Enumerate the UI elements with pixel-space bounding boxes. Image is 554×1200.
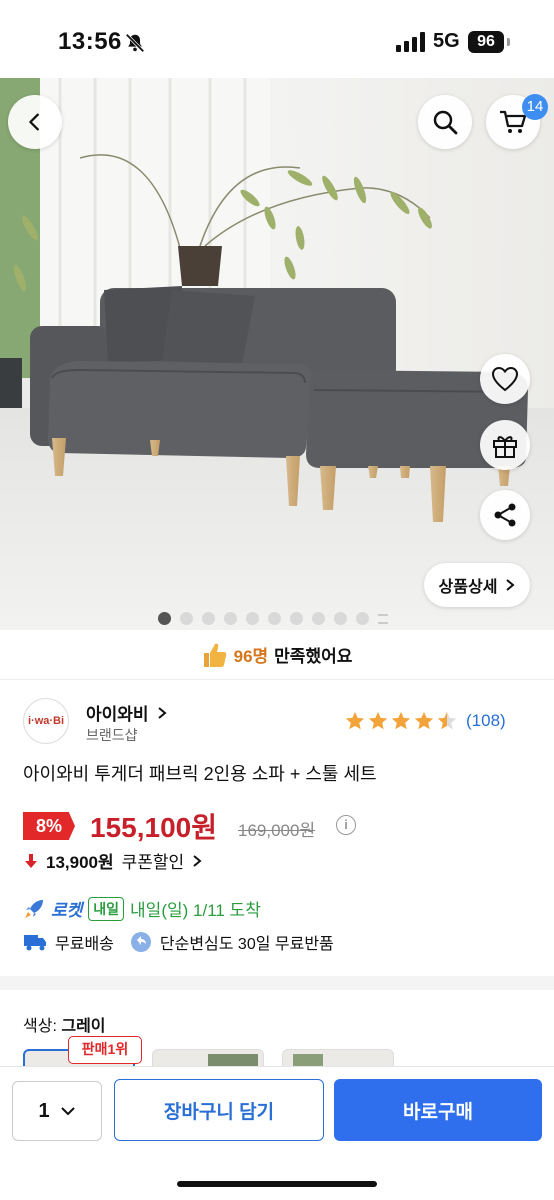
gift-icon xyxy=(493,436,517,458)
satisfaction-banner: 96명 만족했어요 xyxy=(0,630,554,680)
rocket-icon xyxy=(25,899,43,918)
rocket-label: 로켓 xyxy=(51,901,83,920)
free-shipping: 무료배송 xyxy=(55,936,114,953)
rocket-delivery: 로켓 내일 내일(일) 1/11 도착 xyxy=(23,896,261,921)
star-half-icon xyxy=(437,711,457,730)
rating-stars xyxy=(344,710,458,732)
carousel-more-indicator xyxy=(378,613,388,624)
chevron-right-icon xyxy=(193,854,202,867)
product-image-carousel[interactable] xyxy=(0,78,554,630)
gift-button[interactable] xyxy=(480,420,530,470)
buy-now-button[interactable]: 바로구매 xyxy=(334,1079,542,1141)
truck-icon xyxy=(24,935,46,951)
delivery-date: 내일(일) 1/11 도착 xyxy=(130,901,261,920)
return-policy: 단순변심도 30일 무료반품 xyxy=(159,936,334,953)
carousel-dot xyxy=(180,612,193,625)
tomorrow-badge: 내일 xyxy=(88,896,125,921)
carousel-dot xyxy=(202,612,215,625)
seller-name-link[interactable]: 아이와비 xyxy=(86,700,167,725)
review-count[interactable]: (108) xyxy=(466,711,506,731)
seller-type: 브랜드샵 xyxy=(86,727,138,743)
carousel-dot xyxy=(268,612,281,625)
discount-badge: 8% xyxy=(23,812,75,840)
star-full-icon xyxy=(414,711,434,730)
search-button[interactable] xyxy=(418,95,472,149)
product-title: 아이와비 투게더 패브릭 2인용 소파 + 스툴 세트 xyxy=(23,764,377,784)
carousel-indicator xyxy=(158,612,388,625)
sale-price: 155,100원 xyxy=(90,812,217,843)
quantity-value: 1 xyxy=(38,1099,50,1122)
info-icon[interactable]: i xyxy=(336,815,356,835)
satisfaction-count: 96명 xyxy=(233,647,269,666)
chevron-right-icon xyxy=(506,579,515,591)
carousel-dot xyxy=(158,612,171,625)
back-button[interactable] xyxy=(8,95,62,149)
signal-icon xyxy=(396,32,425,52)
carousel-dot xyxy=(224,612,237,625)
seller-logo[interactable]: i·wa·Bi xyxy=(23,698,69,744)
wishlist-button[interactable] xyxy=(480,354,530,404)
carousel-dot xyxy=(356,612,369,625)
star-full-icon xyxy=(345,711,365,730)
share-button[interactable] xyxy=(480,490,530,540)
bottom-action-bar: 1 장바구니 담기 바로구매 xyxy=(0,1066,554,1200)
thumbs-up-icon xyxy=(203,643,227,667)
battery-icon: 96 xyxy=(468,31,504,53)
carousel-dot xyxy=(334,612,347,625)
color-label: 색상: xyxy=(23,1018,57,1035)
coupon-discount[interactable]: 13,900원 쿠폰할인 xyxy=(24,848,202,873)
shipping-info: 무료배송 단순변심도 30일 무료반품 xyxy=(23,930,334,954)
star-full-icon xyxy=(368,711,388,730)
bell-muted-icon xyxy=(125,33,145,53)
section-divider xyxy=(0,976,554,990)
carousel-dot xyxy=(312,612,325,625)
coupon-amount: 13,900원 xyxy=(46,853,114,872)
chevron-right-icon xyxy=(158,707,167,719)
arrow-down-icon xyxy=(25,853,37,868)
quantity-select[interactable]: 1 xyxy=(12,1081,102,1141)
color-option-label: 색상: 그레이 xyxy=(23,1012,106,1036)
carousel-dot xyxy=(246,612,259,625)
status-bar: 13:56 5G 96 xyxy=(0,0,554,78)
star-full-icon xyxy=(391,711,411,730)
product-photo xyxy=(0,78,554,630)
cart-count-badge: 14 xyxy=(522,94,548,120)
seller-name: 아이와비 xyxy=(86,705,149,724)
original-price: 169,000원 xyxy=(238,821,316,840)
battery-tip xyxy=(507,38,510,46)
network-type: 5G xyxy=(433,30,460,52)
color-value: 그레이 xyxy=(61,1018,106,1035)
return-icon xyxy=(130,932,151,952)
add-to-cart-button[interactable]: 장바구니 담기 xyxy=(114,1079,324,1141)
chevron-down-icon xyxy=(60,1107,75,1116)
clock: 13:56 xyxy=(58,28,122,55)
product-detail-label: 상품상세 xyxy=(438,579,498,596)
product-detail-button[interactable]: 상품상세 xyxy=(424,563,530,607)
heart-icon xyxy=(491,366,519,392)
carousel-dot xyxy=(290,612,303,625)
best-seller-badge: 판매1위 xyxy=(68,1036,142,1064)
search-icon xyxy=(433,110,458,135)
satisfaction-text: 만족했어요 xyxy=(274,647,353,666)
coupon-label: 쿠폰할인 xyxy=(121,853,185,872)
chevron-left-icon xyxy=(29,113,39,131)
home-indicator xyxy=(177,1181,377,1187)
share-icon xyxy=(494,503,516,527)
rating[interactable]: (108) xyxy=(344,710,506,732)
